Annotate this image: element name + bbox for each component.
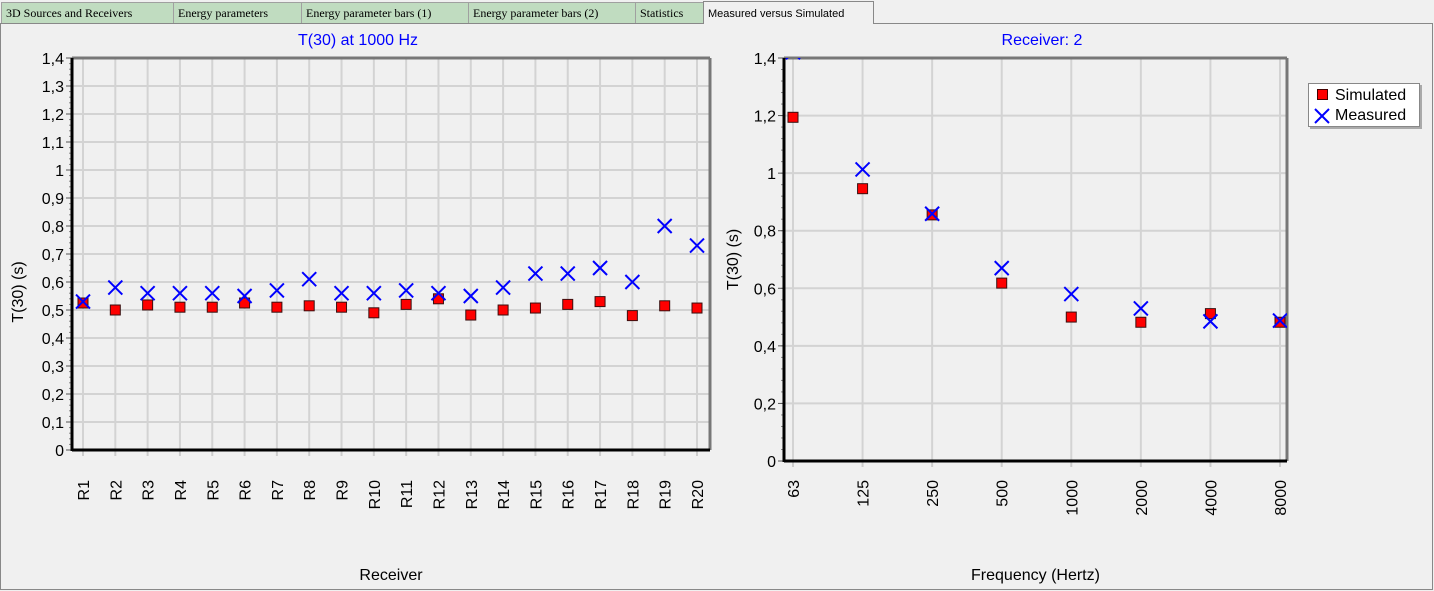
y-tick-label: 1,2 — [754, 109, 776, 126]
x-tick-label: 1000 — [1064, 480, 1081, 516]
x-tick-label: 500 — [995, 480, 1012, 507]
legend-item-measured: Measured — [1313, 106, 1406, 126]
x-tick-label: 4000 — [1203, 480, 1220, 516]
chart-t30-by-frequency: 0 0,2 0,4 0,6 0,8 1 1,2 1,4 63 125 250 500 1000 2000 4… — [725, 32, 1290, 584]
x-tick-label: 125 — [856, 480, 873, 507]
simulated-point — [1135, 316, 1147, 328]
simulated-point — [1274, 316, 1286, 328]
x-tick-label: 63 — [786, 480, 803, 498]
x-tick-label: 250 — [925, 480, 942, 507]
y-tick-label: 0,2 — [754, 396, 776, 413]
simulated-point — [1065, 311, 1077, 323]
x-axis-title: Frequency (Hertz) — [971, 567, 1100, 584]
tab-measured-versus-simulated[interactable]: Measured versus Simulated — [703, 1, 874, 24]
simulated-point — [996, 277, 1008, 289]
plot-area — [784, 58, 1287, 461]
y-tick-label: 1,4 — [754, 51, 776, 68]
legend-item-simulated: Simulated — [1313, 86, 1406, 106]
y-tick-label: 0,8 — [754, 224, 776, 241]
y-tick-label: 0,4 — [754, 339, 776, 356]
chart-legend: Simulated Measured — [1308, 83, 1420, 127]
simulated-point — [787, 111, 799, 123]
blue-x-marker-icon — [1313, 106, 1331, 126]
x-tick-label: 2000 — [1134, 480, 1151, 516]
red-square-marker-icon — [1313, 86, 1331, 106]
y-tick-label: 0 — [767, 454, 776, 471]
x-tick-label: 8000 — [1273, 480, 1290, 516]
y-axis-title: T(30) (s) — [725, 229, 742, 290]
y-tick-label: 1 — [767, 166, 776, 183]
y-tick-label: 0,6 — [754, 281, 776, 298]
simulated-point — [857, 183, 869, 195]
chart-title: Receiver: 2 — [1002, 32, 1083, 49]
